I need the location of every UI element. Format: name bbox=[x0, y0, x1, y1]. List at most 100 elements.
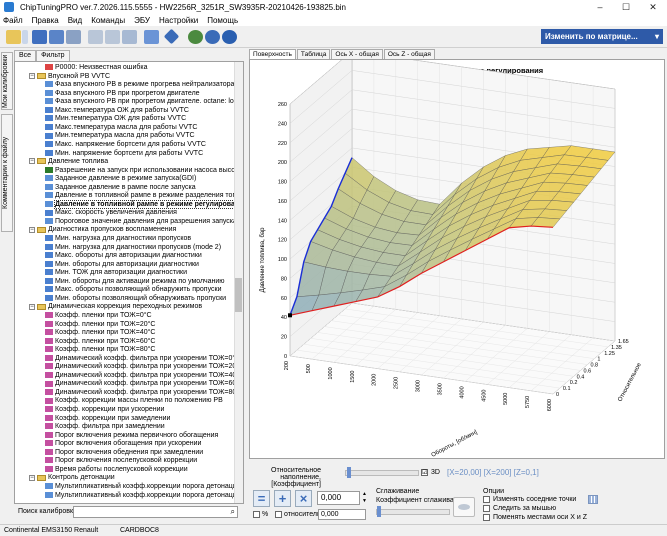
tree-item[interactable]: Мин.температура ОЖ для работы VVTC bbox=[45, 115, 186, 124]
tree-item[interactable]: Динамический коэфф. фильтра при ускорени… bbox=[45, 355, 235, 364]
tree-item[interactable]: Порог включения обогащения при ускорении bbox=[45, 440, 201, 449]
surface-chart[interactable]: Давление в топливной рампе в режиме регу… bbox=[250, 50, 664, 459]
relative-fill-slider[interactable] bbox=[345, 470, 419, 476]
save-icon[interactable] bbox=[32, 30, 47, 44]
tree-item[interactable]: Давление в топливной рампе в режиме регу… bbox=[45, 199, 243, 210]
tree-item[interactable]: Фаза впускного РВ при прогретом двигател… bbox=[45, 98, 234, 107]
edit-by-matrix-dropdown[interactable]: Изменить по матрице... ▾ bbox=[541, 29, 663, 44]
tree-item[interactable]: Мин. напряжение бортсети для работы VVTC bbox=[45, 150, 203, 159]
tree-item[interactable]: Коэфф. пленки при ТОЖ=0°C bbox=[45, 312, 152, 321]
tree-item[interactable]: Коэфф. коррекции массы пленки по положен… bbox=[45, 397, 223, 406]
tree-item[interactable]: Мин. нагрузка для диагностики пропусков bbox=[45, 235, 191, 244]
multiply-value-button[interactable]: × bbox=[295, 490, 312, 507]
tree-item[interactable]: Коэфф. пленки при ТОЖ=60°C bbox=[45, 338, 156, 347]
help-icon[interactable] bbox=[222, 30, 237, 44]
print-icon[interactable] bbox=[66, 30, 81, 44]
tree-item[interactable]: Мин. нагрузка для диагностики пропусков … bbox=[45, 244, 221, 253]
option-follow-mouse-checkbox[interactable] bbox=[483, 505, 490, 512]
tree-item[interactable]: Заданное давление в рампе после запуска bbox=[45, 184, 196, 193]
menu-help[interactable]: Помощь bbox=[207, 16, 238, 25]
tree-item[interactable]: Макс. обороты для авторизации диагностик… bbox=[45, 252, 202, 261]
tree-item[interactable]: Мультипликативный коэфф.коррекции порога… bbox=[45, 492, 237, 501]
tree-item[interactable]: Динамический коэфф. фильтра при ускорени… bbox=[45, 363, 236, 372]
tab-filter[interactable]: Фильтр bbox=[36, 50, 70, 61]
collapse-icon[interactable]: − bbox=[29, 303, 35, 310]
relative-fill-slider-thumb[interactable] bbox=[347, 467, 351, 478]
smooth-button[interactable] bbox=[453, 497, 475, 517]
tree-item[interactable]: Макс. скорость увеличения давления bbox=[45, 209, 177, 218]
tree-item[interactable]: Коэфф. пленки при ТОЖ=20°C bbox=[45, 321, 156, 330]
tree-item[interactable]: Мин. обороты позволяющий обнаруживать пр… bbox=[45, 295, 226, 304]
minimize-button[interactable]: – bbox=[587, 0, 613, 14]
tree-item[interactable]: Коэфф. коррекции при замедлении bbox=[45, 415, 170, 424]
maximize-button[interactable]: ☐ bbox=[613, 0, 639, 14]
tab-table[interactable]: Таблица bbox=[296, 49, 331, 59]
option-neighbors-checkbox[interactable] bbox=[483, 496, 490, 503]
add-value-button[interactable]: + bbox=[274, 490, 291, 507]
tree-item[interactable]: Коэфф. пленки при ТОЖ=80°C bbox=[45, 346, 156, 355]
menu-settings[interactable]: Настройки bbox=[159, 16, 198, 25]
menu-edit[interactable]: Правка bbox=[32, 16, 59, 25]
smoothing-slider-thumb[interactable] bbox=[377, 506, 381, 517]
tree-item[interactable]: Мультипликативный коэфф.коррекции порога… bbox=[45, 483, 241, 492]
tree-folder[interactable]: − Давление топлива bbox=[29, 158, 108, 167]
tree-item[interactable]: Порог включения послепусковой коррекции bbox=[45, 457, 197, 466]
set-value-button[interactable]: = bbox=[253, 490, 270, 507]
diamond-icon[interactable] bbox=[163, 28, 180, 45]
tree-item[interactable]: Заданное давление в режиме запуска(GDI) bbox=[45, 175, 196, 184]
tree-folder[interactable]: − Динамическая коррекция переходных режим… bbox=[29, 303, 202, 312]
tree-item[interactable]: P0000: Неизвестная ошибка bbox=[45, 64, 147, 73]
tree-item[interactable]: Макс. напряжение бортсети для работы VVT… bbox=[45, 141, 206, 150]
tree-item[interactable]: Фаза впускного РВ при прогретом двигател… bbox=[45, 90, 200, 99]
percent-checkbox[interactable] bbox=[253, 511, 260, 518]
save-as-icon[interactable] bbox=[49, 30, 64, 44]
tree-item[interactable]: Мин. обороты для авторизации диагностики bbox=[45, 261, 199, 270]
tree-item[interactable]: Пороговое значение давления для разрешен… bbox=[45, 218, 243, 227]
value-spinner[interactable]: ▲ ▼ bbox=[361, 491, 368, 505]
tab-axis-z[interactable]: Ось Z - общая bbox=[383, 49, 435, 59]
tree-item[interactable]: Мин. ТОЖ для авторизации диагностики bbox=[45, 269, 187, 278]
undo-icon[interactable] bbox=[122, 30, 137, 44]
tree-item[interactable]: Коэфф. фильтра при замедлении bbox=[45, 423, 165, 432]
tree-item[interactable]: Порог включения режима первичного обогащ… bbox=[45, 432, 218, 441]
search-icon[interactable] bbox=[205, 30, 220, 44]
menu-commands[interactable]: Команды bbox=[91, 16, 125, 25]
tree-item[interactable]: Макс. обороты позволяющий обнаружить про… bbox=[45, 286, 222, 295]
menu-file[interactable]: Файл bbox=[3, 16, 23, 25]
connect-icon[interactable] bbox=[188, 30, 203, 44]
close-button[interactable]: ✕ bbox=[640, 0, 666, 14]
tree-item[interactable]: Коэфф. коррекции при ускорении bbox=[45, 406, 164, 415]
smoothing-slider[interactable] bbox=[376, 509, 450, 515]
option-swap-axes-checkbox[interactable] bbox=[483, 514, 490, 521]
open-folder-icon[interactable] bbox=[6, 30, 21, 44]
search-input[interactable]: ⌕ bbox=[73, 506, 238, 518]
menu-ecu[interactable]: ЭБУ bbox=[134, 16, 150, 25]
tab-axis-x[interactable]: Ось X - общая bbox=[331, 49, 383, 59]
tab-file-comments[interactable]: Комментарии к файлу bbox=[1, 114, 13, 232]
tree-folder[interactable]: − Впускной РВ VVTC bbox=[29, 73, 110, 82]
tab-surface[interactable]: Поверхность bbox=[249, 49, 296, 59]
paste-icon[interactable] bbox=[105, 30, 120, 44]
value-input[interactable]: 0,000 bbox=[317, 491, 360, 505]
open-dropdown-icon[interactable] bbox=[22, 30, 28, 44]
grid-icon[interactable] bbox=[588, 495, 598, 504]
checkbox-3d[interactable]: ☑ bbox=[421, 469, 428, 476]
collapse-icon[interactable]: − bbox=[29, 158, 35, 165]
tab-all[interactable]: Все bbox=[14, 50, 37, 61]
tree-item[interactable]: Динамический коэфф. фильтра при ускорени… bbox=[45, 389, 236, 398]
menu-view[interactable]: Вид bbox=[68, 16, 82, 25]
tree-item[interactable]: Давление в топливной рампе в режиме разд… bbox=[45, 192, 243, 201]
relative-value-input[interactable]: 0,000 bbox=[318, 509, 366, 520]
collapse-icon[interactable]: − bbox=[29, 226, 35, 233]
copy-icon[interactable] bbox=[88, 30, 103, 44]
tree-item[interactable]: Фаза впускного РВ в режиме прогрева нейт… bbox=[45, 81, 234, 90]
tools-icon[interactable] bbox=[144, 30, 159, 44]
tree-item[interactable]: Время работы послепусковой коррекции bbox=[45, 466, 188, 475]
surface-chart-panel[interactable]: Давление в топливной рампе в режиме регу… bbox=[249, 50, 665, 459]
collapse-icon[interactable]: − bbox=[29, 72, 35, 79]
collapse-icon[interactable]: − bbox=[29, 474, 35, 481]
tree-item[interactable]: Разрешение на запуск при использовании н… bbox=[45, 167, 242, 176]
tree-folder[interactable]: − Диагностика пропусков воспламенения bbox=[29, 226, 176, 235]
relative-checkbox[interactable] bbox=[275, 511, 282, 518]
tree-item[interactable]: Коэфф. пленки при ТОЖ=40°C bbox=[45, 329, 156, 338]
